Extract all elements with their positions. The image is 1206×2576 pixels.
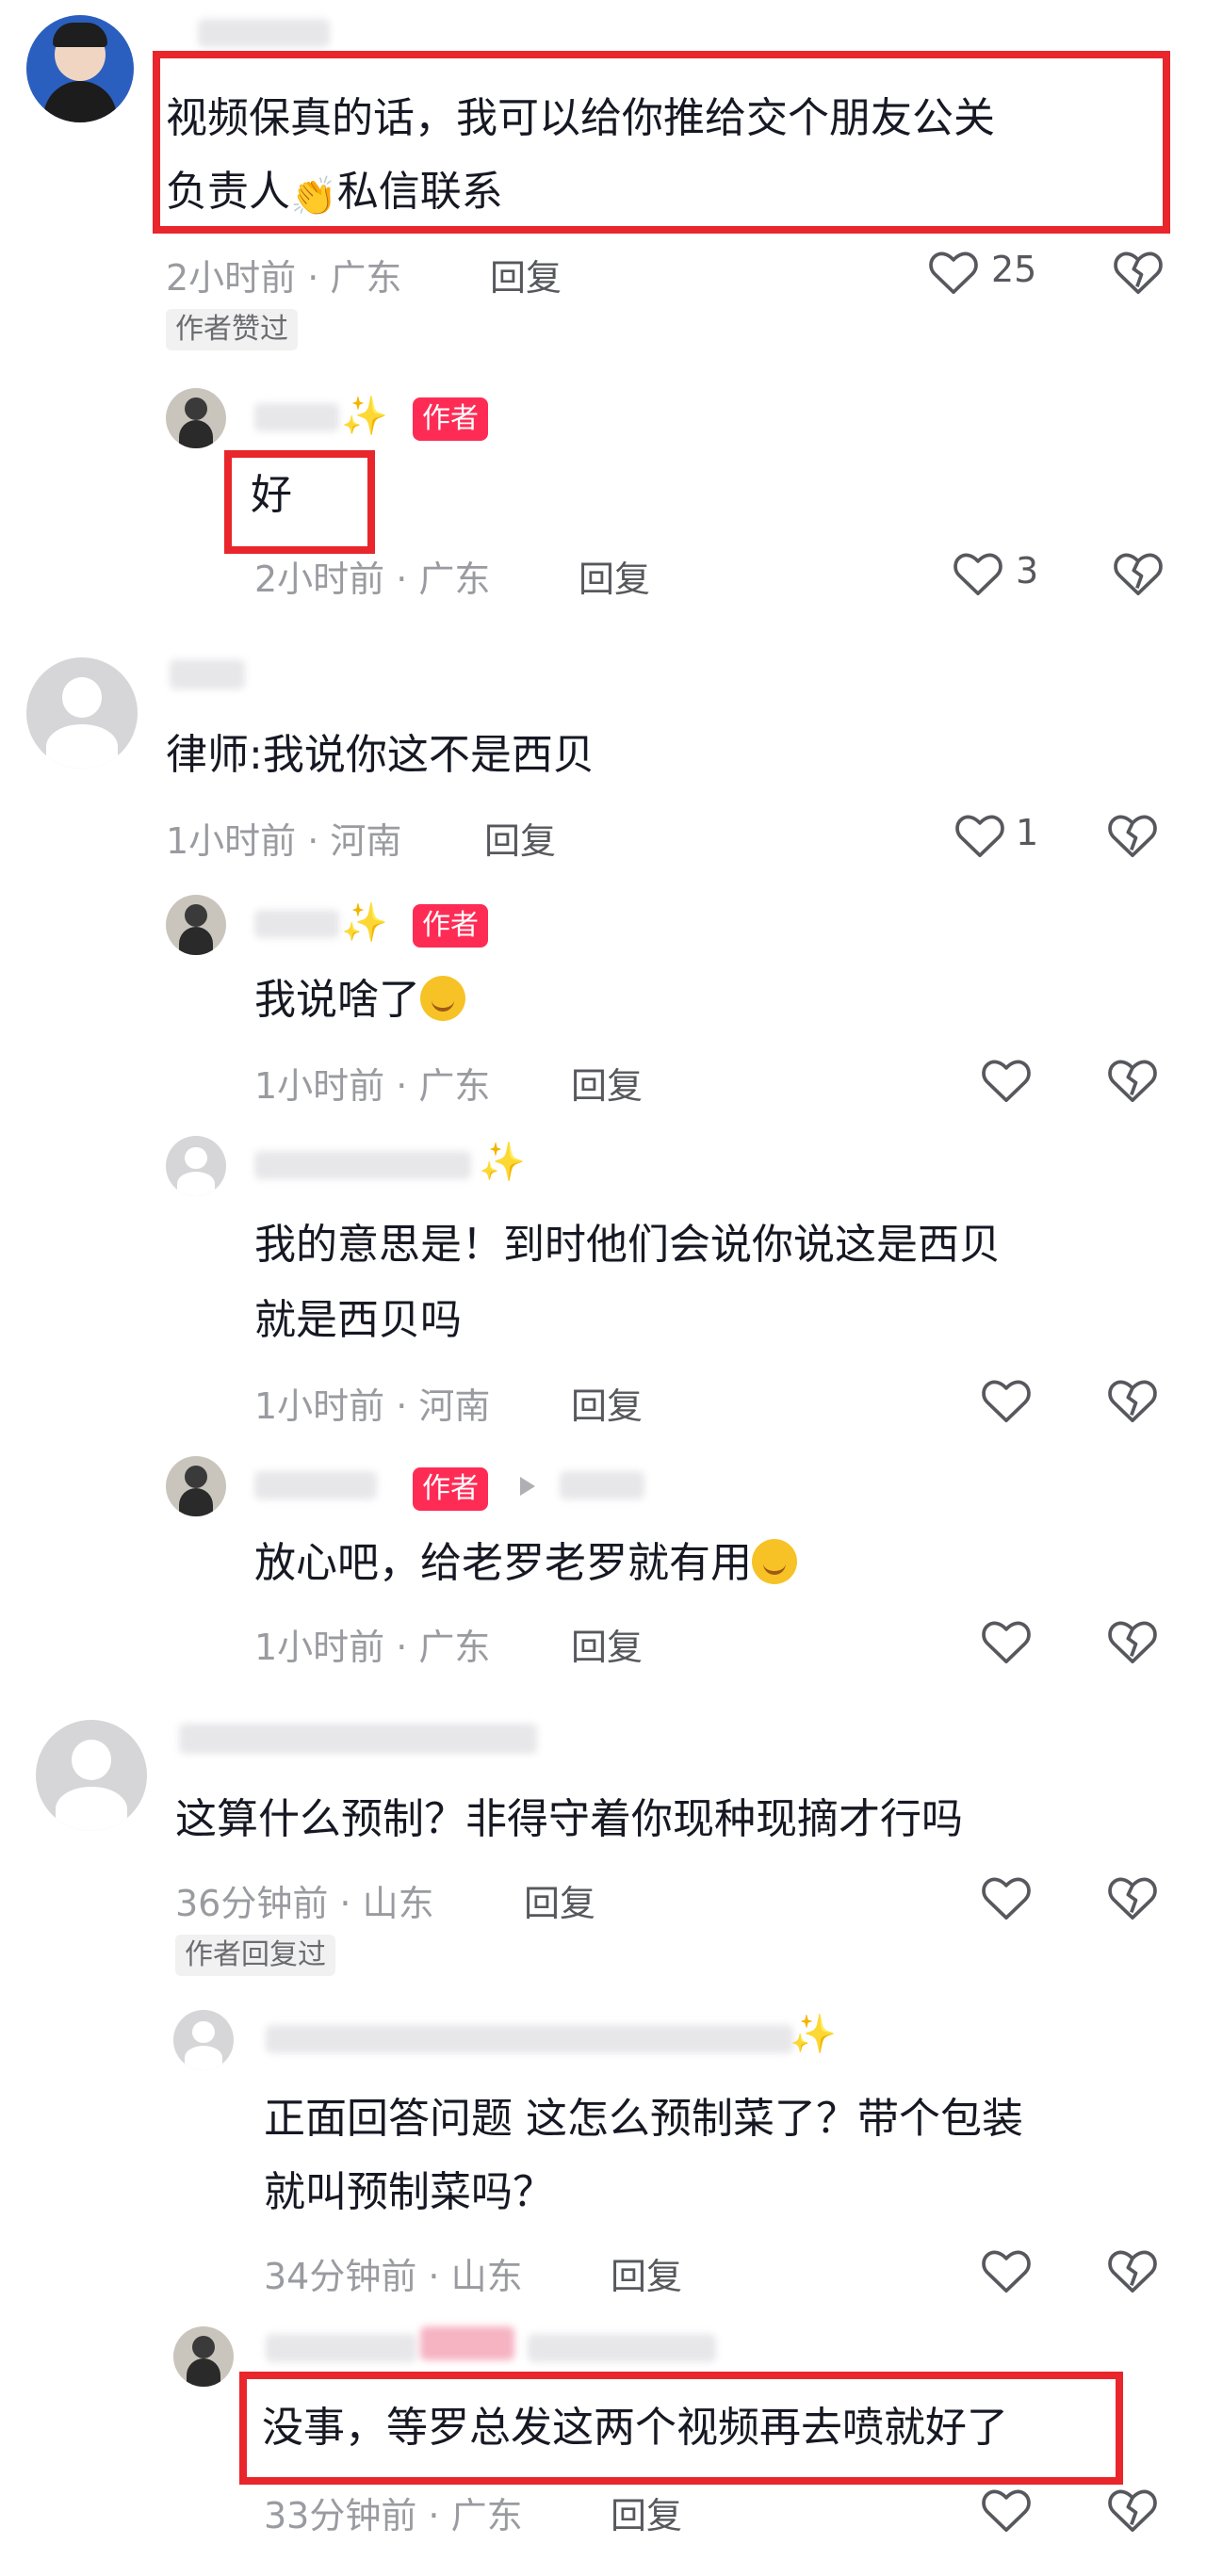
avatar[interactable] — [173, 2010, 234, 2070]
heart-icon[interactable] — [980, 1872, 1033, 1921]
username-blurred[interactable] — [254, 1151, 471, 1179]
sparkle-emoji-icon: ✨ — [341, 395, 388, 438]
username-blurred[interactable] — [170, 659, 245, 689]
comment-text: 这算什么预制？非得守着你现种现摘才行吗 — [175, 1795, 963, 1843]
comment-text-part: 私信联系 — [336, 168, 503, 216]
reply-button[interactable]: 回复 — [484, 812, 556, 864]
username-blurred[interactable] — [254, 1471, 377, 1499]
broken-heart-icon[interactable] — [1106, 2485, 1159, 2534]
broken-heart-icon[interactable] — [1112, 247, 1165, 296]
sparkle-emoji-icon: ✨ — [790, 2013, 837, 2056]
username-blurred[interactable] — [254, 910, 339, 938]
avatar[interactable] — [166, 1136, 226, 1196]
reply-button[interactable]: 回复 — [571, 1377, 643, 1429]
reply-button[interactable]: 回复 — [571, 1057, 643, 1109]
heart-icon[interactable] — [927, 247, 980, 296]
reply-button[interactable]: 回复 — [524, 1874, 595, 1926]
broken-heart-icon[interactable] — [1112, 548, 1165, 597]
author-avatar[interactable] — [166, 895, 226, 955]
comment-text: 律师:我说你这不是西贝 — [166, 731, 595, 779]
reply-button[interactable]: 回复 — [571, 1618, 643, 1670]
reply-meta: 34分钟前 · 山东 — [264, 2256, 523, 2297]
reply-text-part: 我说啥了 — [254, 976, 420, 1024]
like-count: 25 — [991, 249, 1037, 290]
username-blurred[interactable] — [266, 2025, 793, 2053]
smirk-emoji-icon — [752, 1539, 797, 1584]
username-blurred[interactable] — [528, 2334, 716, 2362]
avatar[interactable] — [26, 15, 134, 122]
heart-icon[interactable] — [980, 1055, 1033, 1104]
author-badge-blurred — [420, 2326, 514, 2360]
like-count: 3 — [1016, 550, 1039, 591]
reply-text-line2: 就叫预制菜吗？ — [264, 2168, 554, 2216]
smirk-emoji-icon — [420, 976, 465, 1021]
clap-emoji-icon: 👏 — [290, 175, 337, 219]
comment-text-part: 负责人 — [166, 168, 290, 216]
broken-heart-icon[interactable] — [1106, 1616, 1159, 1665]
like-count: 1 — [1016, 812, 1039, 853]
heart-icon[interactable] — [953, 810, 1006, 859]
reply-button[interactable]: 回复 — [579, 550, 650, 602]
heart-icon[interactable] — [952, 548, 1004, 597]
reply-text: 没事，等罗总发这两个视频再去喷就好了 — [262, 2404, 1008, 2452]
reply-text: 放心吧，给老罗老罗就有用 — [254, 1533, 797, 1594]
author-badge: 作者 — [413, 1467, 488, 1511]
comment-meta: 2小时前 · 广东 — [166, 257, 402, 299]
reply-meta: 2小时前 · 广东 — [254, 559, 491, 600]
broken-heart-icon[interactable] — [1106, 1375, 1159, 1424]
reply-button[interactable]: 回复 — [611, 2487, 682, 2538]
reply-text-line2: 就是西贝吗 — [254, 1296, 462, 1344]
sparkle-emoji-icon: ✨ — [479, 1141, 526, 1184]
reply-arrow-icon — [520, 1477, 535, 1496]
reply-text-part: 放心吧，给老罗老罗就有用 — [254, 1539, 752, 1587]
comment-meta: 36分钟前 · 山东 — [175, 1883, 434, 1924]
avatar[interactable] — [36, 1720, 147, 1831]
broken-heart-icon[interactable] — [1106, 810, 1159, 859]
heart-icon[interactable] — [980, 1375, 1033, 1424]
avatar[interactable] — [26, 657, 138, 769]
reply-text: 正面回答问题 这怎么预制菜了？带个包装 — [264, 2095, 1023, 2143]
author-avatar[interactable] — [166, 388, 226, 448]
comment-meta: 1小时前 · 河南 — [166, 820, 402, 862]
liked-by-author-tag: 作者赞过 — [166, 309, 298, 350]
broken-heart-icon[interactable] — [1106, 1872, 1159, 1921]
comment-text-line2: 负责人👏私信联系 — [166, 162, 503, 227]
reply-meta: 1小时前 · 广东 — [254, 1627, 491, 1668]
username-blurred[interactable] — [266, 2334, 416, 2362]
username-blurred[interactable] — [198, 19, 330, 47]
username-blurred[interactable] — [254, 403, 339, 431]
author-replied-tag: 作者回复过 — [175, 1935, 335, 1976]
author-avatar[interactable] — [173, 2326, 234, 2387]
reply-text: 我的意思是！到时他们会说你说这是西贝 — [254, 1221, 1001, 1269]
author-avatar[interactable] — [166, 1456, 226, 1516]
reply-meta: 1小时前 · 广东 — [254, 1065, 491, 1107]
reply-meta: 1小时前 · 河南 — [254, 1385, 491, 1427]
reply-text: 好 — [251, 471, 292, 519]
heart-icon[interactable] — [980, 2485, 1033, 2534]
author-badge: 作者 — [413, 904, 488, 948]
heart-icon[interactable] — [980, 2245, 1033, 2294]
highlight-box — [224, 450, 375, 554]
broken-heart-icon[interactable] — [1106, 2245, 1159, 2294]
username-blurred[interactable] — [179, 1724, 537, 1754]
username-blurred[interactable] — [560, 1471, 644, 1499]
reply-text: 我说啥了 — [254, 970, 465, 1030]
reply-button[interactable]: 回复 — [490, 249, 562, 300]
broken-heart-icon[interactable] — [1106, 1055, 1159, 1104]
reply-button[interactable]: 回复 — [611, 2247, 682, 2299]
sparkle-emoji-icon: ✨ — [341, 901, 388, 945]
comment-text: 视频保真的话，我可以给你推给交个朋友公关 — [166, 94, 995, 142]
reply-meta: 33分钟前 · 广东 — [264, 2495, 523, 2536]
heart-icon[interactable] — [980, 1616, 1033, 1665]
author-badge: 作者 — [413, 397, 488, 441]
